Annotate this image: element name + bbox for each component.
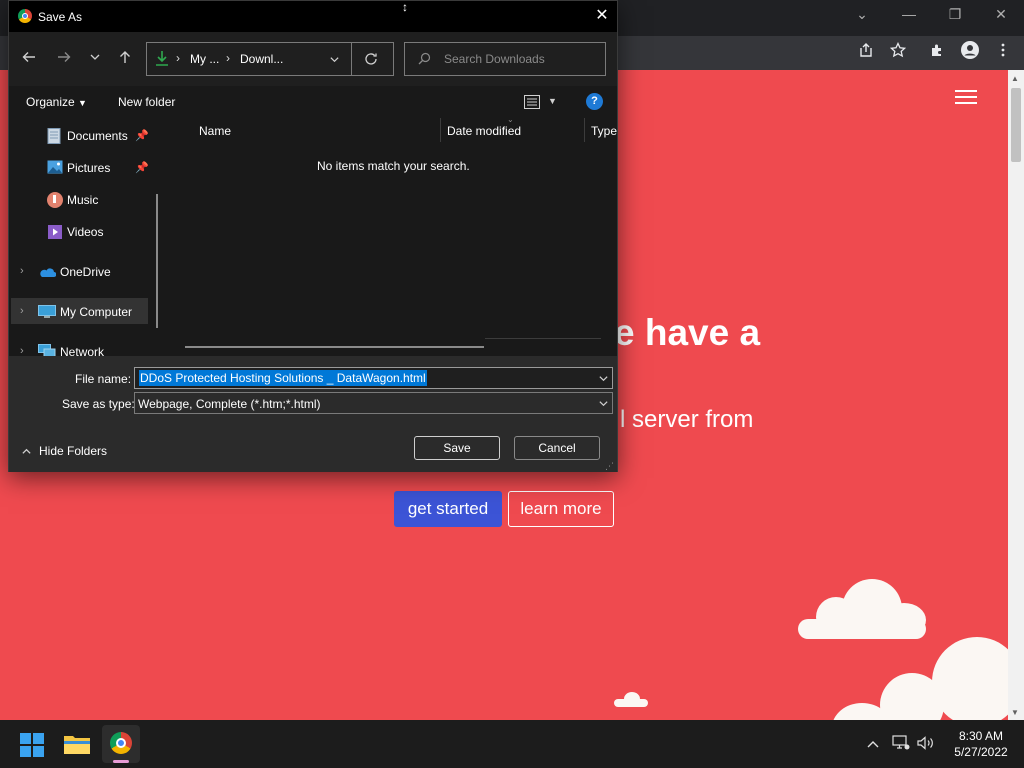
downloads-arrow-icon xyxy=(155,50,169,69)
search-placeholder: Search Downloads xyxy=(444,52,545,66)
nav-pane-scrollbar[interactable] xyxy=(156,194,158,328)
view-options-icon[interactable] xyxy=(524,95,540,112)
pictures-icon xyxy=(47,160,63,177)
close-window-button[interactable]: ✕ xyxy=(981,0,1021,28)
save-button[interactable]: Save xyxy=(414,436,500,460)
view-dropdown-chevron-icon[interactable]: ▼ xyxy=(548,96,557,106)
volume-icon[interactable] xyxy=(917,736,935,755)
cancel-button[interactable]: Cancel xyxy=(514,436,600,460)
clock-time[interactable]: 8:30 AM xyxy=(952,729,1010,743)
mouse-cursor-icon: ↕ xyxy=(402,0,408,14)
profile-icon[interactable] xyxy=(957,40,983,66)
browser-menu-icon[interactable] xyxy=(990,40,1016,66)
breadcrumb-downloads[interactable]: Downl... xyxy=(240,52,283,66)
expand-chevron-icon[interactable]: › xyxy=(20,345,24,356)
column-header-name[interactable]: Name xyxy=(199,124,231,138)
back-arrow-icon[interactable] xyxy=(21,49,37,68)
file-list xyxy=(166,118,617,356)
organize-menu[interactable]: Organize ▼ xyxy=(26,95,87,109)
help-icon[interactable]: ? xyxy=(586,93,603,110)
column-divider[interactable] xyxy=(440,118,441,142)
hide-folders-chevron-icon[interactable] xyxy=(21,446,32,460)
bookmark-star-icon[interactable] xyxy=(885,40,911,66)
active-app-indicator xyxy=(113,760,129,763)
hero-headline: e have a xyxy=(614,312,761,353)
start-button-windows-icon[interactable] xyxy=(20,733,44,757)
scroll-down-arrow-icon[interactable]: ▼ xyxy=(1011,708,1019,717)
file-name-dropdown-chevron-icon[interactable] xyxy=(598,373,609,387)
network-icon xyxy=(38,344,56,356)
resize-grip-icon[interactable]: ⋰ xyxy=(605,461,614,472)
network-status-icon[interactable] xyxy=(892,735,910,756)
forward-arrow-icon[interactable] xyxy=(56,49,72,68)
nav-item-my-computer[interactable]: My Computer xyxy=(60,305,132,319)
tab-search-button[interactable]: ⌄ xyxy=(842,0,882,28)
new-folder-button[interactable]: New folder xyxy=(118,95,175,109)
nav-item-pictures[interactable]: Pictures xyxy=(67,161,110,175)
scroll-up-arrow-icon[interactable]: ▲ xyxy=(1011,74,1019,83)
get-started-button[interactable]: get started xyxy=(394,491,502,527)
nav-item-videos[interactable]: Videos xyxy=(67,225,103,239)
hide-folders-button[interactable]: Hide Folders xyxy=(39,444,107,458)
show-hidden-icons-chevron-icon[interactable] xyxy=(866,737,880,755)
file-explorer-icon[interactable] xyxy=(63,733,91,760)
pin-icon: 📌 xyxy=(135,130,149,142)
documents-icon xyxy=(47,128,61,144)
nav-item-network[interactable]: Network xyxy=(60,345,104,356)
column-header-type[interactable]: Type xyxy=(591,124,617,138)
computer-icon xyxy=(38,305,56,322)
search-icon xyxy=(418,52,431,68)
nav-item-documents[interactable]: Documents xyxy=(67,129,128,143)
page-scrollbar[interactable] xyxy=(1008,70,1024,720)
file-name-selected-text[interactable]: DDoS Protected Hosting Solutions _ DataW… xyxy=(139,370,427,386)
file-list-bottom-line xyxy=(485,338,601,339)
small-cloud-illustration xyxy=(614,692,648,708)
nav-item-music[interactable]: Music xyxy=(67,193,98,207)
up-arrow-icon[interactable] xyxy=(117,49,133,68)
dialog-titlebar xyxy=(9,1,617,32)
chrome-taskbar-icon[interactable] xyxy=(110,732,132,754)
breadcrumb-my-computer[interactable]: My ... xyxy=(190,52,219,66)
expand-chevron-icon[interactable]: › xyxy=(20,265,24,277)
clock-date[interactable]: 5/27/2022 xyxy=(945,745,1017,759)
onedrive-icon xyxy=(38,266,57,281)
pin-icon: 📌 xyxy=(135,162,149,174)
minimize-button[interactable]: — xyxy=(889,0,929,28)
dialog-close-button[interactable]: ✕ xyxy=(591,5,613,27)
file-list-horizontal-scrollbar[interactable] xyxy=(185,346,484,348)
empty-message: No items match your search. xyxy=(317,159,470,173)
videos-icon xyxy=(47,224,63,243)
hero-subheadline: l server from xyxy=(620,406,754,433)
page-scrollbar-thumb[interactable] xyxy=(1011,88,1021,162)
save-as-type-label: Save as type: xyxy=(62,397,135,411)
extensions-icon[interactable] xyxy=(924,40,950,66)
save-as-type-value: Webpage, Complete (*.htm;*.html) xyxy=(138,397,321,411)
chrome-icon xyxy=(18,9,32,23)
save-as-dialog: Save As ✕ › My ... › Downl... Search Dow… xyxy=(8,0,618,472)
column-divider[interactable] xyxy=(584,118,585,142)
address-dropdown-chevron-icon[interactable] xyxy=(329,54,340,68)
column-header-date-modified[interactable]: Date modified xyxy=(447,124,521,138)
share-icon[interactable] xyxy=(853,40,879,66)
cloud-illustration-large xyxy=(832,635,1008,720)
refresh-icon[interactable] xyxy=(364,52,378,69)
sort-chevron-icon: ⌄ xyxy=(507,115,514,124)
expand-chevron-icon[interactable]: › xyxy=(20,305,24,317)
file-name-label: File name: xyxy=(75,372,132,386)
restore-button[interactable]: ❐ xyxy=(935,0,975,28)
navigation-pane: Documents 📌 Pictures 📌 Music Videos › On… xyxy=(9,118,165,356)
hamburger-menu-icon[interactable] xyxy=(955,90,977,106)
learn-more-button[interactable]: learn more xyxy=(508,491,614,527)
save-as-type-chevron-icon[interactable] xyxy=(598,398,609,412)
breadcrumb-separator-icon: › xyxy=(176,51,180,65)
dialog-title: Save As xyxy=(38,10,83,24)
breadcrumb-separator-icon: › xyxy=(226,51,230,65)
nav-item-onedrive[interactable]: OneDrive xyxy=(60,265,111,279)
music-icon xyxy=(47,192,63,208)
recent-locations-chevron-icon[interactable] xyxy=(89,51,101,66)
address-divider xyxy=(351,42,352,76)
